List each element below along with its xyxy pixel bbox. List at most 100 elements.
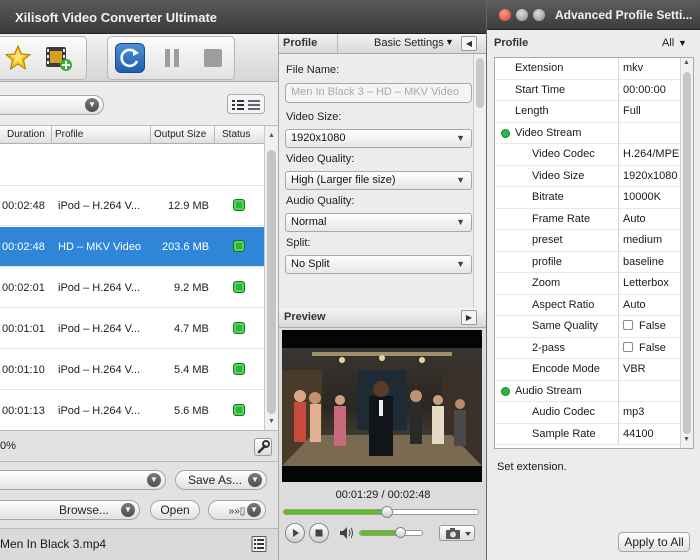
profile-column-header[interactable]: Profile	[55, 129, 83, 140]
settings-row[interactable]: Extension mkv	[495, 58, 681, 80]
setting-value[interactable]: Auto	[623, 299, 646, 311]
destination-dropdown[interactable]: ▼	[0, 470, 166, 490]
collapse-panel-button[interactable]: ◀	[461, 36, 477, 51]
settings-row[interactable]: Zoom Letterbox	[495, 273, 681, 295]
scroll-up-arrow-icon[interactable]: ▲	[683, 59, 690, 66]
settings-row[interactable]: 2-pass False	[495, 337, 681, 359]
settings-row[interactable]: profile baseline	[495, 251, 681, 273]
table-row[interactable]: 00:02:01 iPod – H.264 V... 9.2 MB	[0, 268, 264, 308]
row-duration: 00:02:48	[2, 200, 45, 212]
checkbox-icon[interactable]	[623, 341, 633, 352]
duration-column-header[interactable]: Duration	[7, 129, 45, 140]
setting-value[interactable]: medium	[623, 234, 662, 246]
log-button[interactable]	[250, 535, 268, 553]
minimize-window-button[interactable]	[516, 9, 528, 21]
status-ok-icon	[233, 322, 245, 334]
setting-value[interactable]: 10000K	[623, 191, 661, 203]
browse-button[interactable]: Browse... ▼	[0, 500, 140, 520]
setting-value[interactable]: 00:00:00	[623, 84, 666, 96]
volume-handle[interactable]	[395, 527, 407, 538]
scrollbar-thumb[interactable]	[476, 58, 484, 108]
add-star-button[interactable]	[3, 43, 33, 73]
video-size-select[interactable]: 1920x1080 ▼	[285, 129, 472, 148]
output-size-column-header[interactable]: Output Size	[154, 129, 206, 140]
settings-row[interactable]: Aspect Ratio Auto	[495, 294, 681, 316]
dropdown-triangle-icon: ▼	[456, 217, 465, 227]
seek-bar[interactable]	[283, 506, 479, 518]
status-ok-icon	[233, 281, 245, 293]
scroll-up-arrow-icon[interactable]: ▲	[268, 132, 275, 139]
settings-wrench-button[interactable]	[254, 438, 272, 456]
settings-section-row[interactable]: Audio Stream	[495, 380, 681, 402]
play-button[interactable]	[285, 523, 305, 543]
setting-value[interactable]: False	[623, 320, 666, 332]
table-row[interactable]: 00:01:01 iPod – H.264 V... 4.7 MB	[0, 309, 264, 349]
setting-value[interactable]: baseline	[623, 256, 664, 268]
setting-value[interactable]: H.264/MPE	[623, 148, 679, 160]
pause-button[interactable]	[157, 43, 187, 73]
stop-preview-button[interactable]	[309, 523, 329, 543]
snapshot-button[interactable]	[439, 525, 475, 541]
settings-row[interactable]: Length Full	[495, 101, 681, 123]
setting-value[interactable]: VBR	[623, 363, 646, 375]
zoom-window-button[interactable]	[533, 9, 545, 21]
transfer-device-button[interactable]: »»▯ ▼	[208, 500, 266, 520]
scrollbar-thumb[interactable]	[683, 72, 691, 434]
table-row[interactable]: 00:01:10 iPod – H.264 V... 5.4 MB	[0, 350, 264, 390]
stop-button[interactable]	[198, 43, 228, 73]
setting-value[interactable]: False	[623, 341, 666, 354]
checkbox-icon[interactable]	[623, 320, 633, 330]
apply-to-all-button[interactable]: Apply to All	[618, 532, 690, 552]
profile-filter-dropdown[interactable]: All	[662, 37, 674, 49]
expand-preview-button[interactable]: ▶	[461, 310, 477, 325]
setting-value[interactable]: 1920x1080	[623, 170, 677, 182]
section-expand-icon[interactable]	[501, 386, 510, 396]
preview-time-readout: 00:01:29 / 00:02:48	[335, 489, 431, 501]
section-expand-icon[interactable]	[501, 128, 510, 138]
setting-value[interactable]: mkv	[623, 62, 643, 74]
settings-section-row[interactable]: Video Stream	[495, 122, 681, 144]
settings-row[interactable]: Video Size 1920x1080	[495, 165, 681, 187]
split-select[interactable]: No Split ▼	[285, 255, 472, 274]
settings-row[interactable]: Sample Rate 44100	[495, 423, 681, 445]
settings-row[interactable]: Encode Mode VBR	[495, 359, 681, 381]
audio-quality-select[interactable]: Normal ▼	[285, 213, 472, 232]
table-row[interactable]: 00:01:13 iPod – H.264 V... 5.6 MB	[0, 391, 264, 430]
file-name-field[interactable]: Men In Black 3 – HD – MKV Video	[285, 83, 472, 103]
advanced-settings-scrollbar[interactable]: ▲ ▼	[680, 58, 693, 448]
open-button[interactable]: Open	[150, 500, 200, 520]
status-column-header[interactable]: Status	[222, 129, 250, 140]
category-dropdown[interactable]: ▼	[0, 95, 104, 115]
settings-row[interactable]: Start Time 00:00:00	[495, 79, 681, 101]
view-toggle[interactable]	[227, 94, 265, 114]
close-window-button[interactable]	[499, 9, 511, 21]
volume-slider[interactable]	[359, 527, 423, 538]
setting-value[interactable]: Auto	[623, 213, 646, 225]
table-row-selected[interactable]: 00:02:48 HD – MKV Video 203.6 MB	[0, 227, 264, 267]
seek-progress-fill	[284, 510, 387, 514]
settings-row[interactable]: Frame Rate Auto	[495, 208, 681, 230]
scroll-down-arrow-icon[interactable]: ▼	[683, 436, 690, 443]
basic-settings-dropdown[interactable]: Basic Settings	[374, 37, 444, 49]
video-quality-select[interactable]: High (Larger file size) ▼	[285, 171, 472, 190]
file-list-scrollbar[interactable]: ▲ ▼	[264, 126, 278, 430]
settings-row[interactable]: preset medium	[495, 230, 681, 252]
scroll-down-arrow-icon[interactable]: ▼	[268, 418, 275, 425]
advanced-profile-row: Profile All ▼	[487, 30, 700, 56]
setting-value[interactable]: Full	[623, 105, 641, 117]
settings-row[interactable]: Video Codec H.264/MPE	[495, 144, 681, 166]
convert-button[interactable]	[115, 43, 145, 73]
setting-value[interactable]: mp3	[623, 406, 644, 418]
add-video-button[interactable]	[43, 43, 73, 73]
save-as-button[interactable]: Save As... ▼	[175, 470, 267, 490]
profile-panel-scrollbar[interactable]	[473, 54, 486, 308]
setting-value[interactable]: Letterbox	[623, 277, 669, 289]
seek-handle[interactable]	[380, 506, 393, 518]
settings-row[interactable]: Audio Codec mp3	[495, 402, 681, 424]
setting-value[interactable]: 44100	[623, 428, 654, 440]
scrollbar-thumb[interactable]	[267, 150, 276, 414]
volume-icon[interactable]	[339, 526, 355, 540]
settings-row[interactable]: Bitrate 10000K	[495, 187, 681, 209]
table-row[interactable]: 00:02:48 iPod – H.264 V... 12.9 MB	[0, 186, 264, 226]
settings-row[interactable]: Same Quality False	[495, 316, 681, 338]
